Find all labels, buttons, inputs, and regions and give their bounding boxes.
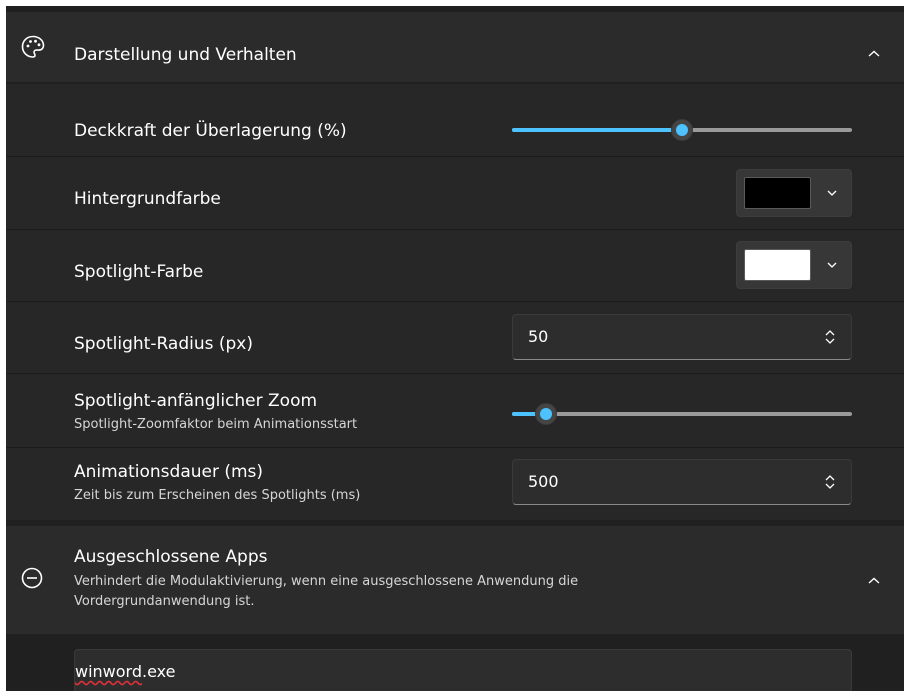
setting-label: Spotlight-Farbe (74, 262, 204, 282)
setting-label: Spotlight-anfänglicher Zoom (74, 391, 318, 411)
palette-icon (21, 35, 45, 58)
setting-description: Spotlight-Zoomfaktor beim Animationsstar… (74, 417, 358, 432)
excluded-apps-description-line2: Vordergrundanwendung ist. (74, 594, 255, 609)
setting-row-overlay-opacity: Deckkraft der Überlagerung (%) (6, 84, 904, 156)
excluded-apps-textarea[interactable]: winword.exe (74, 649, 852, 691)
background-color-picker[interactable] (736, 169, 852, 217)
minus-circle-icon (21, 567, 43, 589)
excluded-apps-description-line1: Verhindert die Modulaktivierung, wenn ei… (74, 574, 579, 589)
slider-thumb[interactable] (535, 403, 557, 425)
chevron-down-icon (827, 190, 837, 196)
spin-updown-icon[interactable] (823, 328, 837, 346)
spin-updown-icon[interactable] (823, 473, 837, 491)
excluded-apps-title: Ausgeschlossene Apps (74, 547, 268, 567)
settings-panel: Darstellung und Verhalten Deckkraft der … (6, 6, 904, 691)
setting-label: Hintergrundfarbe (74, 189, 221, 209)
file-extension: .exe (142, 662, 176, 681)
spotlight-color-picker[interactable] (736, 241, 852, 289)
numberbox-value: 50 (528, 327, 549, 346)
chevron-up-icon[interactable] (867, 576, 881, 586)
setting-row-spotlight-radius: Spotlight-Radius (px) 50 (6, 302, 904, 373)
spotlight-radius-numberbox[interactable]: 50 (512, 314, 852, 360)
color-swatch (744, 177, 811, 209)
textarea-value: winword.exe (75, 662, 175, 681)
setting-row-animation-duration: Animationsdauer (ms) Zeit bis zum Ersche… (6, 448, 904, 520)
overlay-opacity-slider[interactable] (512, 119, 852, 141)
setting-description: Zeit bis zum Erscheinen des Spotlights (… (74, 488, 361, 503)
setting-row-background-color: Hintergrundfarbe (6, 157, 904, 229)
setting-label: Animationsdauer (ms) (74, 462, 264, 482)
numberbox-value: 500 (528, 472, 559, 491)
appearance-section-header[interactable]: Darstellung und Verhalten (6, 12, 904, 82)
setting-row-spotlight-color: Spotlight-Farbe (6, 230, 904, 301)
excluded-apps-section-header[interactable]: Ausgeschlossene Apps Verhindert die Modu… (6, 526, 904, 634)
animation-duration-numberbox[interactable]: 500 (512, 459, 852, 505)
setting-label: Deckkraft der Überlagerung (%) (74, 121, 347, 141)
setting-label: Spotlight-Radius (px) (74, 334, 253, 354)
chevron-down-icon (827, 262, 837, 268)
spotlight-zoom-slider[interactable] (512, 403, 852, 425)
chevron-up-icon[interactable] (867, 49, 881, 59)
slider-thumb[interactable] (671, 119, 693, 141)
setting-row-spotlight-zoom: Spotlight-anfänglicher Zoom Spotlight-Zo… (6, 374, 904, 447)
color-swatch (744, 249, 811, 281)
spellcheck-word: winword (75, 662, 142, 681)
appearance-section-title: Darstellung und Verhalten (74, 45, 297, 65)
